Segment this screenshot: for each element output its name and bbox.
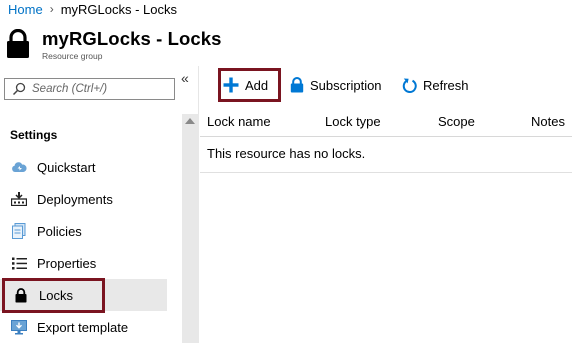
add-button-label: Add — [245, 77, 269, 93]
properties-icon — [11, 255, 27, 271]
lock-icon — [7, 29, 29, 58]
sidebar-scrollbar[interactable] — [182, 114, 199, 343]
page-header: myRGLocks - Locks Resource group — [0, 26, 572, 66]
refresh-icon — [402, 77, 417, 94]
column-header-lock-type: Lock type — [325, 114, 381, 129]
page-title: myRGLocks - Locks — [42, 28, 222, 49]
toolbar: Add Subscription Refresh — [200, 66, 572, 104]
subscription-button-label: Subscription — [310, 77, 382, 93]
lock-icon — [290, 77, 304, 93]
breadcrumb: Home › myRGLocks - Locks — [8, 1, 177, 17]
page-subtitle: Resource group — [42, 51, 103, 61]
sidebar-item-quickstart[interactable]: Quickstart — [0, 151, 167, 183]
export-template-icon — [11, 319, 27, 335]
sidebar-item-label: Properties — [37, 255, 97, 271]
breadcrumb-home-link[interactable]: Home — [8, 2, 43, 17]
sidebar-item-label: Locks — [39, 287, 73, 303]
collapse-sidebar-button[interactable]: « — [181, 70, 189, 86]
empty-table-message: This resource has no locks. — [207, 146, 366, 161]
sidebar-item-label: Policies — [37, 223, 82, 239]
breadcrumb-separator: › — [49, 2, 54, 16]
main-content: Add Subscription Refresh Lock name Lock … — [200, 66, 572, 343]
locks-table-header: Lock name Lock type Scope Notes — [200, 107, 572, 137]
column-header-notes: Notes — [531, 114, 565, 129]
sidebar: « Settings Quickstart Deployments — [0, 66, 199, 343]
sidebar-item-label: Export template — [37, 319, 129, 335]
section-label-settings: Settings — [10, 128, 58, 142]
breadcrumb-current: myRGLocks - Locks — [60, 1, 177, 17]
subscription-button[interactable]: Subscription — [290, 74, 382, 96]
search-box[interactable] — [4, 78, 175, 100]
sidebar-item-deployments[interactable]: Deployments — [0, 183, 167, 215]
policies-icon — [11, 223, 27, 239]
search-input[interactable] — [32, 83, 162, 95]
add-button[interactable]: Add — [223, 74, 268, 96]
lock-icon — [13, 287, 29, 303]
table-divider — [200, 172, 572, 173]
sidebar-item-locks[interactable]: Locks — [0, 279, 167, 311]
column-header-scope: Scope — [438, 114, 475, 129]
cloud-icon — [11, 159, 27, 175]
sidebar-item-policies[interactable]: Policies — [0, 215, 167, 247]
deployments-icon — [11, 191, 27, 207]
sidebar-item-label: Quickstart — [37, 159, 96, 175]
search-icon — [12, 82, 26, 96]
sidebar-item-export-template[interactable]: Export template — [0, 311, 167, 343]
refresh-button[interactable]: Refresh — [402, 74, 469, 96]
scroll-up-arrow-icon[interactable] — [185, 118, 195, 124]
refresh-button-label: Refresh — [423, 77, 469, 93]
column-header-lock-name: Lock name — [207, 114, 271, 129]
plus-icon — [223, 77, 239, 93]
sidebar-item-properties[interactable]: Properties — [0, 247, 167, 279]
sidebar-item-label: Deployments — [37, 191, 113, 207]
